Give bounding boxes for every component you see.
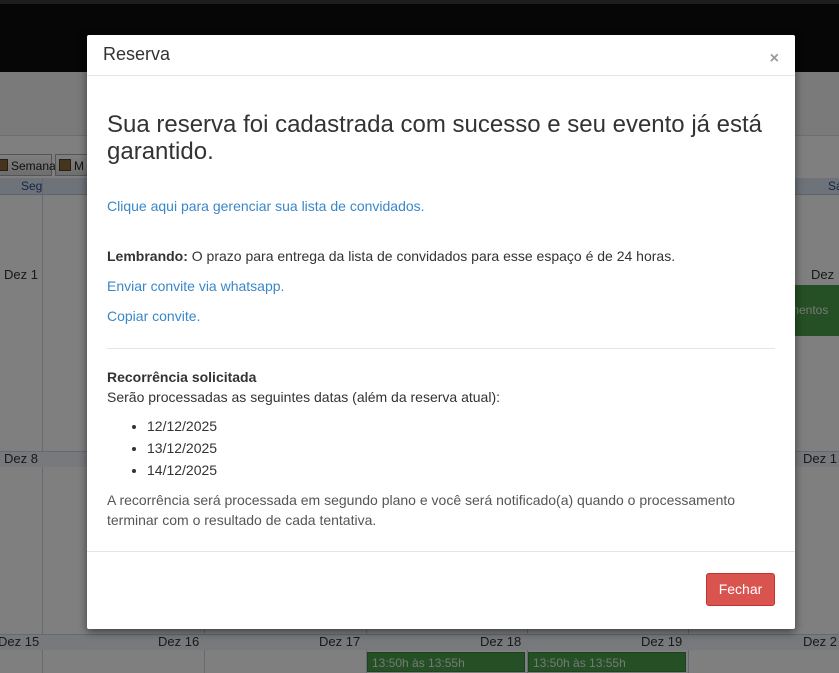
- reminder-body: O prazo para entrega da lista de convida…: [187, 248, 676, 264]
- recurrence-date: 14/12/2025: [147, 459, 217, 481]
- recurrence-title: Recorrência solicitada: [107, 369, 257, 385]
- reminder-text: Lembrando: O prazo para entrega da lista…: [107, 248, 675, 264]
- modal-title: Reserva: [103, 44, 171, 64]
- copy-invite-link[interactable]: Copiar convite.: [107, 308, 200, 324]
- manage-guest-list-link[interactable]: Clique aqui para gerenciar sua lista de …: [107, 198, 425, 214]
- success-headline: Sua reserva foi cadastrada com sucesso e…: [107, 111, 763, 165]
- recurrence-subtitle: Serão processadas as seguintes datas (al…: [107, 389, 500, 405]
- divider: [107, 348, 775, 349]
- close-button[interactable]: Fechar: [706, 573, 775, 606]
- reminder-label: Lembrando:: [107, 248, 188, 264]
- modal-footer-divider: [87, 551, 795, 552]
- recurrence-note: A recorrência será processada em segundo…: [107, 492, 736, 528]
- close-icon[interactable]: ×: [770, 50, 779, 68]
- whatsapp-invite-link[interactable]: Enviar convite via whatsapp.: [107, 278, 284, 294]
- recurrence-date: 12/12/2025: [147, 415, 217, 437]
- recurrence-date: 13/12/2025: [147, 437, 217, 459]
- modal-header: Reserva ×: [87, 35, 795, 76]
- reservation-modal: Reserva × Sua reserva foi cadastrada com…: [87, 35, 795, 629]
- recurrence-dates-list: 12/12/2025 13/12/2025 14/12/2025: [107, 415, 217, 481]
